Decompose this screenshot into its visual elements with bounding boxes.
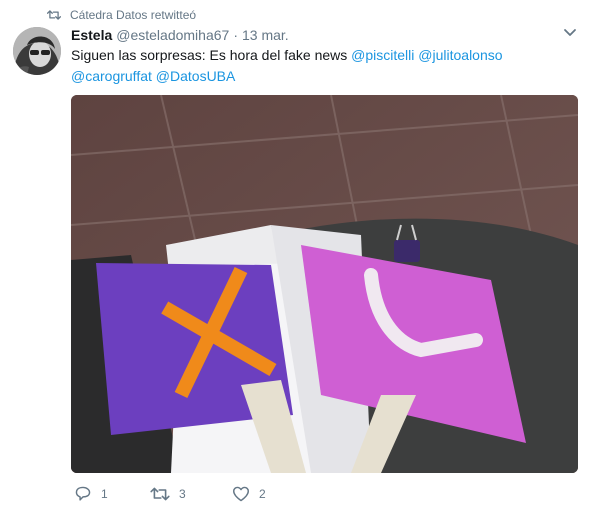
retweet-context: Cátedra Datos retwitteó [47,7,196,23]
tweet-date[interactable]: 13 mar. [242,27,289,43]
mention-link[interactable]: @DatosUBA [156,68,236,84]
tweet-text-body: Siguen las sorpresas: Es hora del fake n… [71,47,352,63]
avatar[interactable] [13,27,61,75]
reply-button[interactable]: 1 [74,486,108,502]
like-count: 2 [259,487,266,501]
reply-icon [75,486,91,501]
author-name[interactable]: Estela [71,27,112,43]
tweet-media-photo[interactable] [71,95,578,473]
tweet-text: Siguen las sorpresas: Es hora del fake n… [71,45,583,87]
reply-count: 1 [101,487,108,501]
like-button[interactable]: 2 [232,486,266,502]
heart-icon [233,486,249,502]
chevron-down-icon[interactable] [563,28,577,38]
retweet-button[interactable]: 3 [150,486,186,502]
photo-of-purple-and-pink-paper-signs [71,95,578,473]
retweet-icon [47,10,61,20]
header-separator: · [233,27,238,43]
avatar-image [13,27,61,75]
mention-link[interactable]: @piscitelli [351,47,414,63]
mention-link[interactable]: @carogruffat [71,68,152,84]
author-handle[interactable]: @esteladomiha67 [116,27,229,43]
retweet-count: 3 [179,487,186,501]
retweet-context-text[interactable]: Cátedra Datos retwitteó [70,8,196,22]
mention-link[interactable]: @julitoalonso [418,47,502,63]
tweet-header: Estela @esteladomiha67 · 13 mar. [71,26,289,44]
retweet-icon [150,487,170,501]
